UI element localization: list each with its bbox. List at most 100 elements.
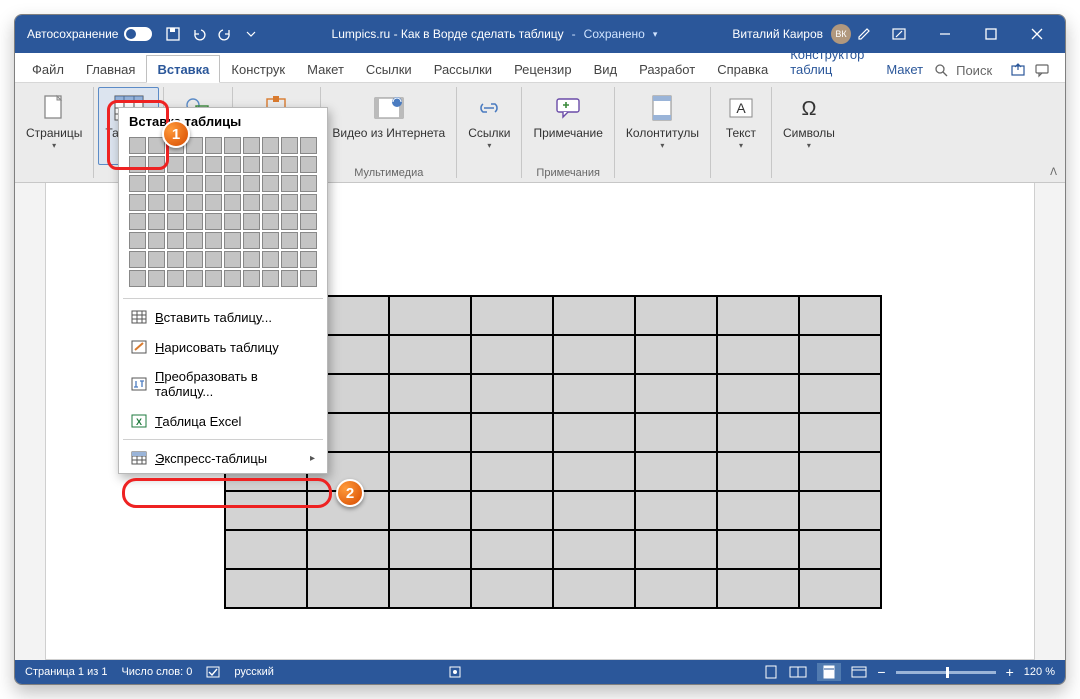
- table-cell[interactable]: [717, 296, 799, 335]
- table-cell[interactable]: [635, 569, 717, 608]
- table-cell[interactable]: [799, 413, 881, 452]
- table-cell[interactable]: [635, 413, 717, 452]
- grid-cell[interactable]: [224, 175, 241, 192]
- table-cell[interactable]: [717, 452, 799, 491]
- search-label[interactable]: Поиск: [956, 63, 992, 78]
- grid-cell[interactable]: [129, 194, 146, 211]
- grid-cell[interactable]: [281, 175, 298, 192]
- maximize-button[interactable]: [969, 15, 1013, 53]
- grid-cell[interactable]: [148, 213, 165, 230]
- table-cell[interactable]: [799, 296, 881, 335]
- table-cell[interactable]: [717, 491, 799, 530]
- grid-cell[interactable]: [300, 213, 317, 230]
- tab-insert[interactable]: Вставка: [146, 55, 220, 83]
- grid-cell[interactable]: [281, 251, 298, 268]
- grid-cell[interactable]: [281, 232, 298, 249]
- autosave-toggle[interactable]: Автосохранение: [21, 27, 158, 41]
- grid-cell[interactable]: [167, 232, 184, 249]
- grid-cell[interactable]: [129, 270, 146, 287]
- table-cell[interactable]: [635, 530, 717, 569]
- spellcheck-icon[interactable]: [206, 665, 220, 679]
- grid-cell[interactable]: [243, 137, 260, 154]
- grid-cell[interactable]: [205, 270, 222, 287]
- table-cell[interactable]: [799, 452, 881, 491]
- grid-cell[interactable]: [243, 213, 260, 230]
- grid-cell[interactable]: [243, 270, 260, 287]
- table-cell[interactable]: [471, 491, 553, 530]
- table-cell[interactable]: [553, 452, 635, 491]
- macro-icon[interactable]: [448, 665, 462, 679]
- grid-cell[interactable]: [186, 251, 203, 268]
- grid-cell[interactable]: [148, 194, 165, 211]
- tab-references[interactable]: Ссылки: [355, 55, 423, 82]
- grid-cell[interactable]: [224, 213, 241, 230]
- table-cell[interactable]: [471, 530, 553, 569]
- grid-cell[interactable]: [129, 213, 146, 230]
- grid-cell[interactable]: [300, 270, 317, 287]
- grid-cell[interactable]: [205, 175, 222, 192]
- print-layout-icon[interactable]: [817, 663, 841, 681]
- grid-cell[interactable]: [167, 270, 184, 287]
- menu-quick-tables[interactable]: Экспресс-таблицы ▸: [119, 443, 327, 473]
- table-cell[interactable]: [553, 530, 635, 569]
- comments-icon[interactable]: [1034, 62, 1050, 78]
- grid-cell[interactable]: [224, 194, 241, 211]
- tab-table-layout[interactable]: Макет: [875, 55, 934, 82]
- grid-cell[interactable]: [148, 175, 165, 192]
- grid-cell[interactable]: [224, 156, 241, 173]
- redo-icon[interactable]: [214, 23, 236, 45]
- tab-file[interactable]: Файл: [21, 55, 75, 82]
- grid-cell[interactable]: [243, 251, 260, 268]
- grid-cell[interactable]: [205, 137, 222, 154]
- table-cell[interactable]: [389, 296, 471, 335]
- zoom-in-button[interactable]: +: [1006, 664, 1014, 680]
- table-cell[interactable]: [717, 530, 799, 569]
- grid-cell[interactable]: [224, 232, 241, 249]
- grid-cell[interactable]: [186, 270, 203, 287]
- table-cell[interactable]: [225, 569, 307, 608]
- grid-cell[interactable]: [148, 156, 165, 173]
- grid-cell[interactable]: [224, 137, 241, 154]
- online-video-button[interactable]: Видео из Интернета: [325, 87, 452, 165]
- grid-cell[interactable]: [205, 156, 222, 173]
- collapse-ribbon-icon[interactable]: ᐱ: [1050, 167, 1057, 178]
- tab-home[interactable]: Главная: [75, 55, 146, 82]
- grid-cell[interactable]: [167, 251, 184, 268]
- grid-cell[interactable]: [186, 175, 203, 192]
- grid-cell[interactable]: [129, 137, 146, 154]
- grid-cell[interactable]: [243, 156, 260, 173]
- table-cell[interactable]: [799, 335, 881, 374]
- focus-mode-icon[interactable]: [763, 665, 779, 679]
- share-icon[interactable]: [1010, 62, 1026, 78]
- table-cell[interactable]: [799, 569, 881, 608]
- grid-cell[interactable]: [205, 194, 222, 211]
- grid-cell[interactable]: [129, 232, 146, 249]
- grid-cell[interactable]: [129, 156, 146, 173]
- table-cell[interactable]: [635, 374, 717, 413]
- grid-cell[interactable]: [300, 156, 317, 173]
- grid-cell[interactable]: [262, 251, 279, 268]
- grid-cell[interactable]: [262, 213, 279, 230]
- menu-draw-table[interactable]: Нарисовать таблицу: [119, 332, 327, 362]
- table-cell[interactable]: [553, 413, 635, 452]
- tab-review[interactable]: Рецензир: [503, 55, 583, 82]
- table-cell[interactable]: [471, 374, 553, 413]
- grid-cell[interactable]: [281, 194, 298, 211]
- table-cell[interactable]: [799, 491, 881, 530]
- read-mode-icon[interactable]: [789, 665, 807, 679]
- ribbon-display-icon[interactable]: [877, 15, 921, 53]
- table-cell[interactable]: [717, 569, 799, 608]
- table-cell[interactable]: [389, 413, 471, 452]
- table-cell[interactable]: [307, 530, 389, 569]
- grid-cell[interactable]: [167, 175, 184, 192]
- grid-cell[interactable]: [205, 251, 222, 268]
- qat-dropdown-icon[interactable]: [240, 23, 262, 45]
- comment-button[interactable]: Примечание: [526, 87, 609, 165]
- table-cell[interactable]: [307, 569, 389, 608]
- table-cell[interactable]: [389, 491, 471, 530]
- table-cell[interactable]: [225, 491, 307, 530]
- table-cell[interactable]: [389, 452, 471, 491]
- status-lang[interactable]: русский: [234, 666, 273, 678]
- grid-cell[interactable]: [148, 232, 165, 249]
- grid-cell[interactable]: [167, 156, 184, 173]
